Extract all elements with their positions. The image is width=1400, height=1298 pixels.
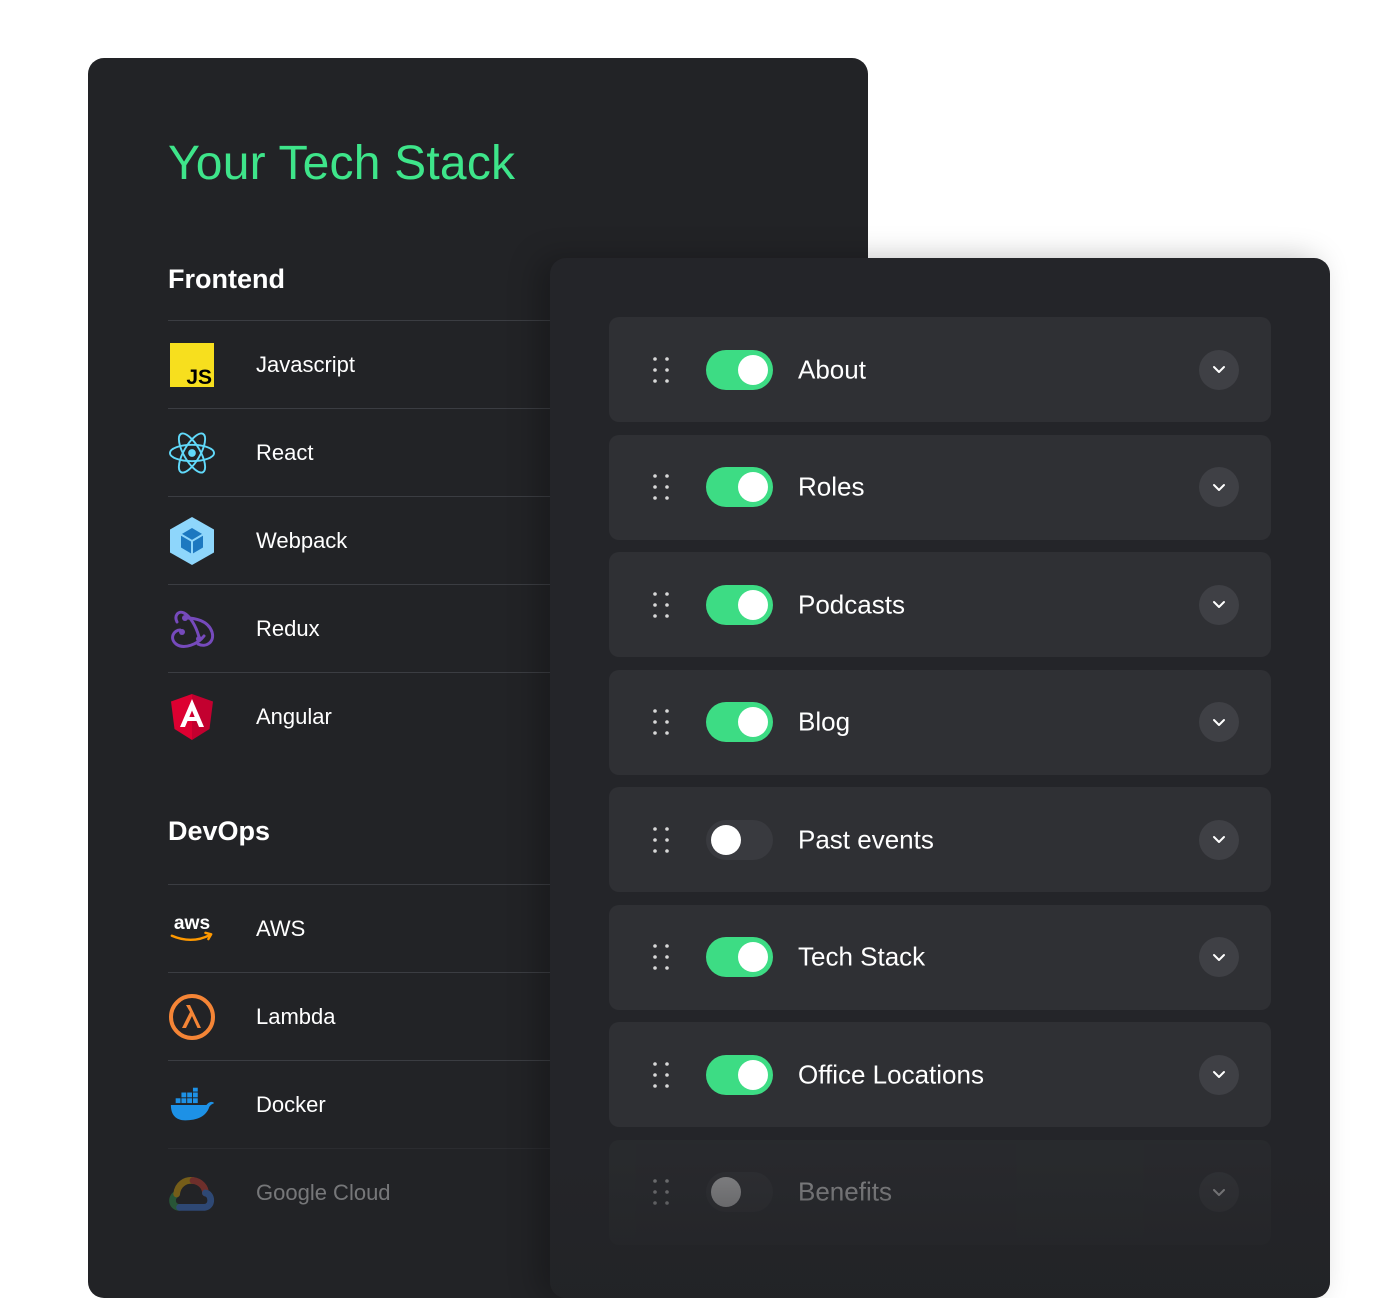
tech-item-label: AWS [256, 915, 306, 941]
section-card-podcasts[interactable]: Podcasts [609, 552, 1271, 657]
expand-button[interactable] [1199, 1172, 1239, 1212]
tech-item-google-cloud[interactable]: Google Cloud [168, 1148, 568, 1236]
section-label: Roles [798, 471, 865, 502]
tech-item-react[interactable]: React [168, 408, 568, 496]
tech-item-angular[interactable]: Angular [168, 672, 568, 760]
tech-item-lambda[interactable]: Lambda [168, 972, 568, 1060]
tech-item-aws[interactable]: aws AWS [168, 884, 568, 972]
svg-text:aws: aws [174, 913, 210, 934]
toggle-knob [711, 1177, 741, 1207]
chevron-down-icon [1213, 953, 1225, 961]
section-toggle-roles[interactable] [706, 467, 773, 507]
section-label: Benefits [798, 1176, 892, 1207]
drag-handle-icon[interactable] [651, 473, 671, 501]
section-toggle-benefits[interactable] [706, 1172, 773, 1212]
google-cloud-icon [168, 1169, 216, 1217]
section-toggle-blog[interactable] [706, 702, 773, 742]
toggle-knob [738, 472, 768, 502]
section-card-roles[interactable]: Roles [609, 434, 1271, 540]
redux-icon [168, 605, 216, 653]
section-card-past-events[interactable]: Past events [609, 787, 1271, 892]
tech-item-label: Webpack [256, 527, 348, 553]
angular-icon [168, 693, 216, 741]
aws-icon: aws [168, 905, 216, 953]
docker-icon [168, 1081, 216, 1129]
tech-item-redux[interactable]: Redux [168, 584, 568, 672]
section-toggle-podcasts[interactable] [706, 584, 773, 625]
section-label: Podcasts [798, 589, 905, 619]
chevron-down-icon [1213, 1071, 1225, 1078]
chevron-down-icon [1213, 601, 1225, 608]
expand-button[interactable] [1199, 584, 1239, 625]
chevron-down-icon [1213, 483, 1225, 491]
expand-button[interactable] [1199, 349, 1239, 390]
tech-item-label: Angular [256, 703, 332, 729]
webpack-icon [168, 516, 216, 565]
toggle-knob [738, 354, 768, 385]
sections-list: About Roles Podcasts Blog Past events Tech St… [609, 317, 1271, 1257]
tech-item-webpack[interactable]: Webpack [168, 496, 568, 584]
tech-item-label: Redux [256, 615, 320, 641]
section-toggle-office-locations[interactable] [706, 1054, 773, 1095]
frontend-list: JS Javascript React Webpack Redux Angula… [168, 320, 568, 760]
toggle-knob [738, 589, 768, 620]
toggle-knob [738, 707, 768, 737]
tech-stack-title: Your Tech Stack [168, 137, 516, 190]
tech-item-javascript[interactable]: JS Javascript [168, 320, 568, 408]
section-toggle-tech-stack[interactable] [706, 937, 773, 977]
section-label: Past events [798, 824, 934, 854]
chevron-down-icon [1213, 718, 1225, 726]
drag-handle-icon[interactable] [651, 591, 671, 619]
drag-handle-icon[interactable] [651, 708, 671, 736]
expand-button[interactable] [1199, 819, 1239, 860]
tech-item-label: React [256, 439, 314, 465]
tech-item-label: Docker [256, 1091, 326, 1117]
toggle-knob [738, 1059, 768, 1090]
svg-text:JS: JS [186, 366, 212, 387]
drag-handle-icon[interactable] [651, 1061, 671, 1089]
tech-item-label: Google Cloud [256, 1179, 391, 1205]
tech-item-label: Lambda [256, 1003, 336, 1029]
devops-list: aws AWS Lambda Docker Google Cloud [168, 884, 568, 1236]
section-label: Office Locations [798, 1059, 984, 1089]
drag-handle-icon[interactable] [651, 943, 671, 971]
section-toggle-past-events[interactable] [706, 819, 773, 860]
section-card-office-locations[interactable]: Office Locations [609, 1022, 1271, 1127]
tech-item-label: Javascript [256, 351, 356, 377]
expand-button[interactable] [1199, 467, 1239, 507]
lambda-icon [168, 993, 216, 1041]
chevron-down-icon [1213, 836, 1225, 843]
react-icon [168, 429, 216, 477]
section-label: Tech Stack [798, 941, 926, 972]
section-card-about[interactable]: About [609, 317, 1271, 422]
section-label: Blog [798, 706, 851, 737]
javascript-icon: JS [168, 341, 216, 389]
section-label: About [798, 354, 866, 384]
expand-button[interactable] [1199, 937, 1239, 977]
drag-handle-icon[interactable] [651, 1178, 671, 1206]
expand-button[interactable] [1199, 1054, 1239, 1095]
section-card-tech-stack[interactable]: Tech Stack [609, 904, 1271, 1010]
chevron-down-icon [1213, 1188, 1225, 1196]
expand-button[interactable] [1199, 702, 1239, 742]
toggle-knob [711, 824, 741, 855]
drag-handle-icon[interactable] [651, 356, 671, 384]
chevron-down-icon [1213, 366, 1225, 373]
frontend-heading: Frontend [168, 264, 285, 294]
section-toggle-about[interactable] [706, 349, 773, 390]
page-sections-panel: About Roles Podcasts Blog Past events Tech St… [550, 258, 1330, 1298]
section-card-benefits[interactable]: Benefits [609, 1139, 1271, 1245]
drag-handle-icon[interactable] [651, 826, 671, 854]
devops-heading: DevOps [168, 816, 271, 846]
tech-item-docker[interactable]: Docker [168, 1060, 568, 1148]
section-card-blog[interactable]: Blog [609, 669, 1271, 775]
toggle-knob [738, 942, 768, 972]
